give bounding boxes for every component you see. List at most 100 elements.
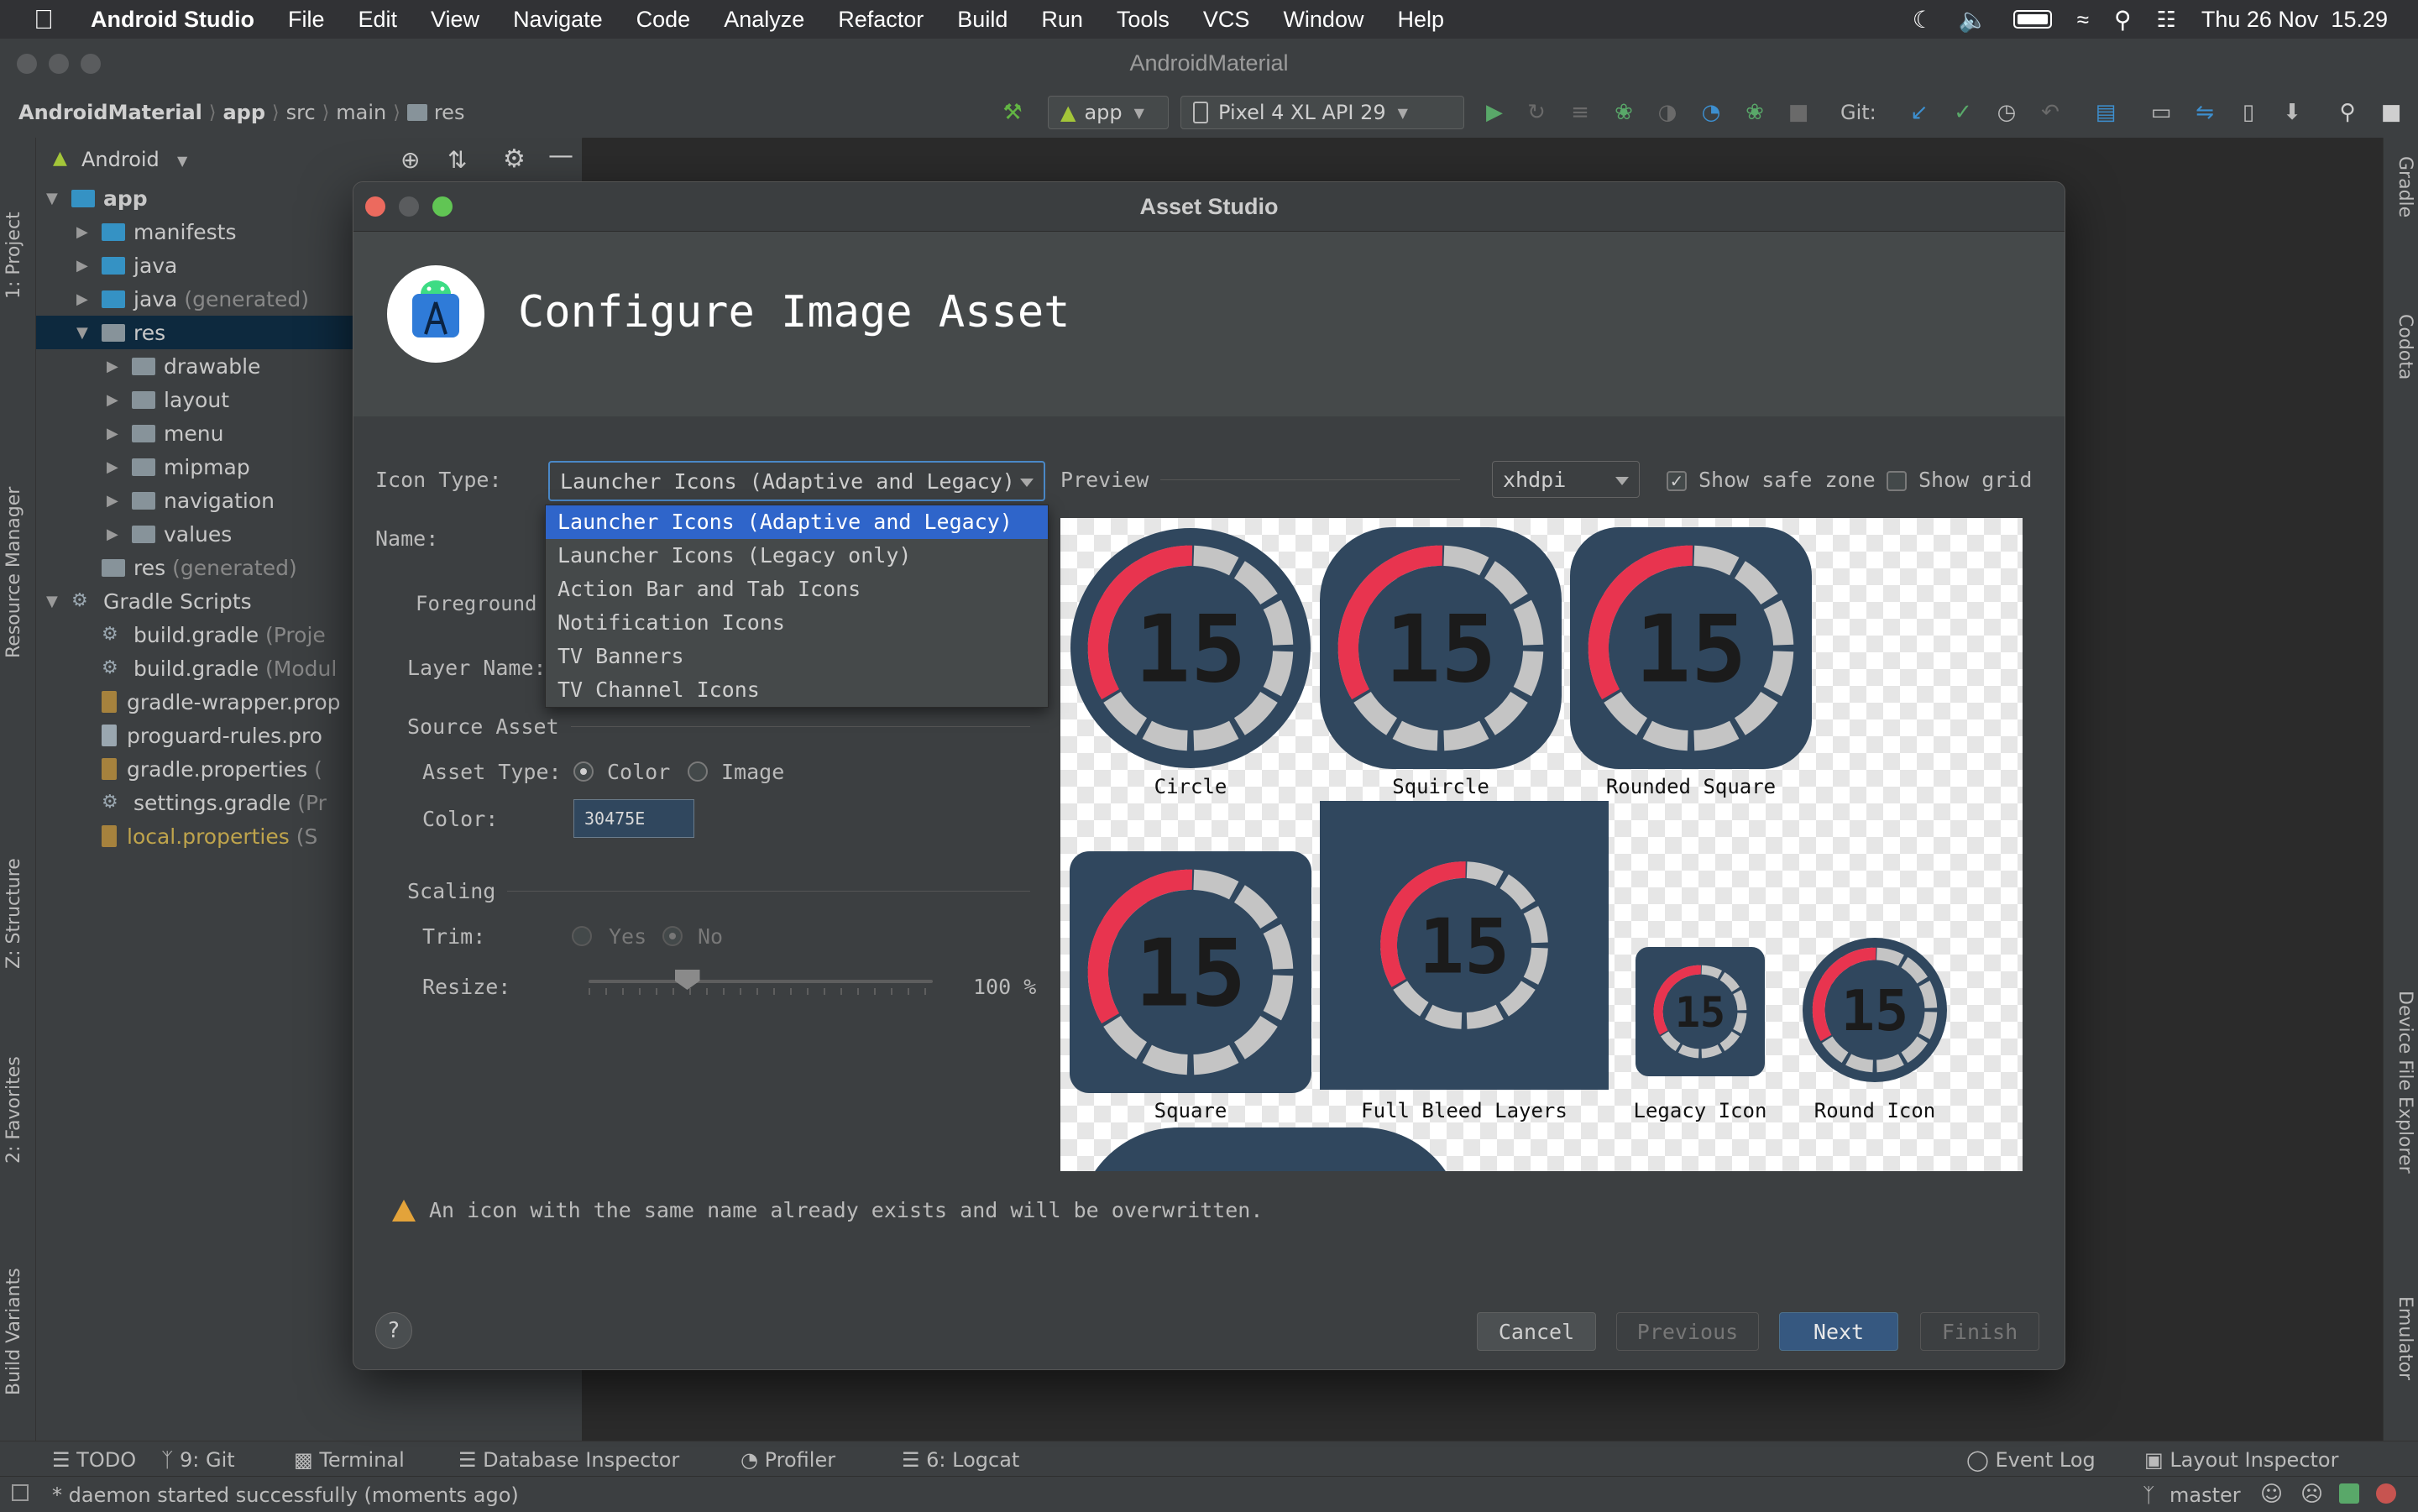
icon-type-option[interactable]: Notification Icons (546, 606, 1048, 640)
trim-yes-radio[interactable] (572, 926, 592, 946)
search-icon[interactable]: ⚲ (2336, 101, 2359, 124)
account-icon[interactable]: ■ (2379, 101, 2403, 124)
git-history-icon[interactable]: ◷ (1995, 101, 2018, 124)
menu-file[interactable]: File (288, 7, 325, 33)
menu-clock[interactable]: Thu 26 Nov 15.29 (2201, 7, 2388, 33)
tab-structure[interactable]: Z: Structure (3, 858, 24, 969)
collapsed-arrow-icon[interactable]: ▶ (107, 526, 118, 543)
trim-no-radio[interactable] (662, 926, 683, 946)
cancel-button[interactable]: Cancel (1477, 1312, 1596, 1351)
git-rollback-icon[interactable]: ↶ (2039, 101, 2062, 124)
tab-device-file-explorer[interactable]: Device File Explorer (2394, 991, 2415, 1174)
layout-icon[interactable]: ▭ (2149, 101, 2173, 124)
hide-panel-icon[interactable]: — (548, 141, 573, 170)
trim-yes-label[interactable]: Yes (609, 924, 646, 949)
icon-type-option[interactable]: Launcher Icons (Legacy only) (546, 539, 1048, 573)
breadcrumb-main[interactable]: main (336, 101, 386, 124)
tab-database-inspector[interactable]: ☰ Database Inspector (458, 1448, 679, 1472)
avd-manager-icon[interactable]: ▯ (2237, 101, 2260, 124)
menu-analyze[interactable]: Analyze (724, 7, 804, 33)
icon-type-option[interactable]: TV Channel Icons (546, 673, 1048, 707)
collapsed-arrow-icon[interactable]: ▶ (107, 391, 118, 409)
control-center-icon[interactable]: ☷ (2157, 7, 2176, 33)
run-config-selector[interactable]: ▲ app ▼ (1048, 96, 1169, 129)
expanded-arrow-icon[interactable]: ▼ (76, 324, 88, 342)
collapsed-arrow-icon[interactable]: ▶ (76, 223, 88, 241)
collapsed-arrow-icon[interactable]: ▶ (107, 425, 118, 442)
show-safe-zone-label[interactable]: Show safe zone (1698, 468, 1876, 492)
asset-type-color-label[interactable]: Color (607, 760, 670, 784)
breadcrumb-res[interactable]: res (434, 101, 465, 124)
attach-process-icon[interactable]: ❀ (1743, 101, 1766, 124)
spotlight-search-icon[interactable]: ⚲ (2114, 6, 2132, 34)
tab-favorites[interactable]: 2: Favorites (3, 1056, 24, 1164)
sad-face-icon[interactable]: ☹ (2300, 1482, 2323, 1507)
terminal-status-icon[interactable] (2339, 1483, 2359, 1504)
tab-emulator[interactable]: Emulator (2394, 1296, 2415, 1380)
tab-terminal[interactable]: ▩ Terminal (294, 1448, 405, 1472)
tab-codota[interactable]: Codota (2394, 314, 2415, 379)
status-message[interactable]: * daemon started successfully (moments a… (52, 1483, 519, 1507)
locate-icon[interactable]: ⊕ (400, 146, 420, 174)
asset-type-image-label[interactable]: Image (721, 760, 784, 784)
collapsed-arrow-icon[interactable]: ▶ (107, 458, 118, 476)
trim-no-label[interactable]: No (698, 924, 723, 949)
asset-type-image-radio[interactable] (688, 761, 708, 782)
menu-help[interactable]: Help (1397, 7, 1444, 33)
show-safe-zone-checkbox[interactable]: ✓ (1667, 471, 1687, 491)
color-swatch-field[interactable]: 30475E (573, 799, 694, 838)
collapsed-arrow-icon[interactable]: ▶ (107, 358, 118, 375)
run-icon[interactable]: ▶ (1483, 101, 1506, 124)
show-grid-checkbox[interactable] (1887, 471, 1907, 491)
expanded-arrow-icon[interactable]: ▼ (46, 593, 58, 610)
tab-resource-manager[interactable]: Resource Manager (3, 487, 24, 658)
git-branch-widget[interactable]: master (2169, 1483, 2241, 1507)
previous-button[interactable]: Previous (1616, 1312, 1759, 1351)
attach-debugger-icon[interactable]: ◑ (1656, 101, 1679, 124)
density-select[interactable]: xhdpi (1492, 461, 1640, 498)
sdk-manager-icon[interactable]: ⬇ (2280, 101, 2304, 124)
apply-code-changes-icon[interactable]: ≡ (1568, 101, 1592, 124)
asset-type-color-radio[interactable] (573, 761, 594, 782)
error-indicator-icon[interactable] (2376, 1483, 2396, 1504)
dialog-zoom-button[interactable] (432, 196, 453, 217)
help-button[interactable]: ? (375, 1312, 412, 1349)
tab-layout-inspector[interactable]: ▣ Layout Inspector (2144, 1448, 2338, 1472)
tab-event-log[interactable]: ◯ Event Log (1966, 1448, 2096, 1472)
tab-foreground-layer[interactable]: Foreground (416, 592, 537, 615)
tab-logcat[interactable]: ☰ 6: Logcat (902, 1448, 1019, 1472)
breadcrumb-app[interactable]: app (222, 101, 265, 124)
smiley-icon[interactable]: ☺ (2260, 1482, 2283, 1507)
git-commit-icon[interactable]: ✓ (1951, 101, 1975, 124)
battery-icon[interactable] (2012, 10, 2052, 29)
hammer-build-icon[interactable]: ⚒ (1001, 101, 1024, 124)
icon-type-option[interactable]: TV Banners (546, 640, 1048, 673)
volume-icon[interactable]: 🔈 (1959, 6, 1988, 34)
tab-profiler[interactable]: ◔ Profiler (741, 1448, 835, 1472)
tab-git[interactable]: ᛉ 9: Git (161, 1448, 235, 1472)
collapsed-arrow-icon[interactable]: ▶ (107, 492, 118, 510)
git-update-icon[interactable]: ↙ (1908, 101, 1931, 124)
stop-icon[interactable]: ■ (1787, 101, 1810, 124)
apple-icon[interactable]:  (34, 4, 54, 35)
icon-type-option[interactable]: Launcher Icons (Adaptive and Legacy) (546, 505, 1048, 539)
menu-vcs[interactable]: VCS (1203, 7, 1250, 33)
next-button[interactable]: Next (1779, 1312, 1898, 1351)
device-selector[interactable]: Pixel 4 XL API 29 ▼ (1180, 96, 1464, 129)
gear-icon[interactable]: ⚙ (503, 144, 526, 174)
collapse-all-icon[interactable]: ⇅ (447, 146, 467, 174)
tab-project[interactable]: 1: Project (3, 212, 24, 299)
show-grid-label[interactable]: Show grid (1918, 468, 2032, 492)
tab-build-variants[interactable]: Build Variants (3, 1268, 24, 1395)
menu-code[interactable]: Code (636, 7, 691, 33)
menu-run[interactable]: Run (1041, 7, 1083, 33)
collapsed-arrow-icon[interactable]: ▶ (76, 290, 88, 308)
resize-slider[interactable] (589, 966, 933, 1000)
menu-navigate[interactable]: Navigate (513, 7, 603, 33)
collapsed-arrow-icon[interactable]: ▶ (76, 257, 88, 275)
menu-build[interactable]: Build (957, 7, 1008, 33)
project-structure-icon[interactable]: ▤ (2094, 101, 2117, 124)
menu-tools[interactable]: Tools (1117, 7, 1170, 33)
menu-edit[interactable]: Edit (358, 7, 397, 33)
chevron-down-icon[interactable]: ▼ (177, 153, 187, 169)
